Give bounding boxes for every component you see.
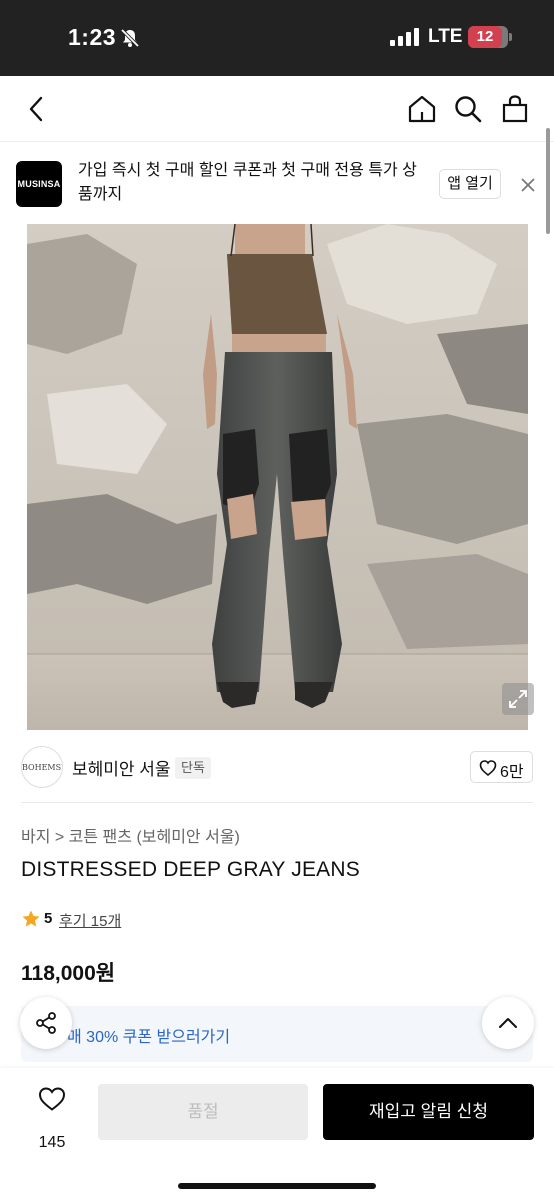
brand-like-button[interactable]: 6만 (470, 751, 533, 783)
heart-icon (38, 1087, 66, 1111)
soldout-button: 품절 (98, 1084, 308, 1140)
heart-icon (479, 760, 497, 777)
exclusive-badge: 단독 (175, 757, 211, 779)
bell-slash-icon (120, 28, 140, 48)
rating-value: 5 (44, 910, 53, 927)
coupon-text: 매 30% 쿠폰 받으러가기 (67, 1029, 231, 1046)
restock-alert-button[interactable]: 재입고 알림 신청 (323, 1084, 534, 1140)
share-icon (36, 1012, 56, 1034)
banner-message: 가입 즉시 첫 구매 할인 쿠폰과 첫 구매 전용 특가 상품까지 (78, 162, 417, 203)
search-icon[interactable] (453, 94, 483, 124)
scrollbar[interactable] (546, 128, 550, 234)
shopping-bag-icon[interactable] (500, 94, 530, 124)
product-price: 118,000원 (21, 962, 116, 985)
scroll-top-button[interactable] (482, 997, 534, 1049)
share-button[interactable] (20, 997, 72, 1049)
expand-image-button[interactable] (502, 683, 534, 715)
app-banner: MUSINSA 가입 즉시 첫 구매 할인 쿠폰과 첫 구매 전용 특가 상품까… (0, 145, 554, 223)
wishlist-button[interactable]: 145 (24, 1086, 80, 1156)
bottom-action-bar: 145 품절 재입고 알림 신청 (0, 1068, 554, 1200)
chevron-left-icon[interactable] (22, 94, 52, 124)
brand-row: BOHEMSEO 보헤미안 서울 단독 6만 (0, 740, 554, 800)
star-icon (22, 910, 40, 927)
category-breadcrumb[interactable]: 바지 > 코튼 팬츠 (보헤미안 서울) (21, 823, 240, 847)
status-time: 1:23 (68, 24, 117, 50)
wishlist-count: 145 (38, 1134, 66, 1151)
divider (21, 802, 533, 803)
brand-avatar[interactable]: BOHEMSEO (21, 746, 63, 788)
brand-name[interactable]: 보헤미안 서울 (72, 755, 171, 780)
product-photo[interactable] (27, 224, 528, 730)
expand-icon (509, 690, 527, 708)
brand-like-count: 6만 (500, 764, 524, 781)
battery-icon: 12 (468, 26, 512, 48)
battery-level: 12 (468, 26, 502, 48)
network-label: LTE (428, 26, 463, 47)
musinsa-logo: MUSINSA (16, 161, 62, 207)
signal-icon (390, 28, 419, 46)
coupon-banner[interactable]: 매 30% 쿠폰 받으러가기 (21, 1006, 533, 1062)
home-indicator[interactable] (178, 1183, 376, 1189)
chevron-up-icon (499, 1018, 517, 1028)
product-title: DISTRESSED DEEP GRAY JEANS (21, 858, 360, 881)
home-icon[interactable] (407, 94, 437, 124)
review-link[interactable]: 후기 15개 (59, 910, 121, 931)
open-app-button[interactable]: 앱 열기 (439, 169, 501, 199)
status-bar: 1:23 LTE 12 (0, 0, 554, 76)
nav-bar (0, 76, 554, 142)
close-icon[interactable] (519, 176, 537, 194)
